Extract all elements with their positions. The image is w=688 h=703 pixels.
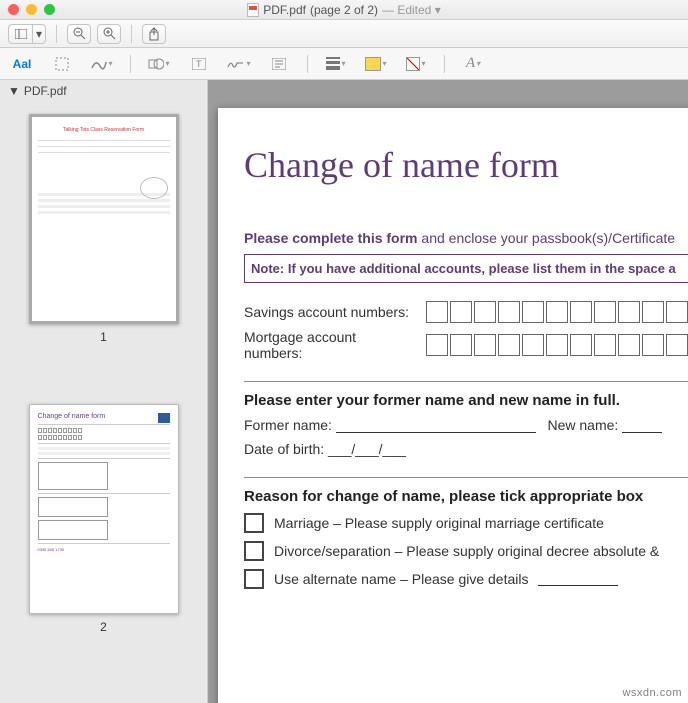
text-box-button[interactable]: T xyxy=(183,53,215,75)
former-name-field: Former name: New name: xyxy=(244,417,688,433)
checkbox-marriage[interactable] xyxy=(244,513,264,533)
titlebar: PDF.pdf (page 2 of 2) — Edited ▾ xyxy=(0,0,688,20)
thumbnail-sidebar: ▼ PDF.pdf Talking Tots Class Reservation… xyxy=(0,80,208,703)
zoom-out-button[interactable] xyxy=(67,24,91,44)
border-color-button[interactable]: ▾ xyxy=(360,53,392,75)
zoom-in-button[interactable] xyxy=(97,24,121,44)
section-reason: Reason for change of name, please tick a… xyxy=(244,477,688,505)
window-controls xyxy=(8,4,55,15)
document-canvas[interactable]: Change of name form Please complete this… xyxy=(208,80,688,703)
sign-button[interactable]: ▾ xyxy=(223,53,255,75)
savings-input-boxes[interactable] xyxy=(426,301,688,323)
select-tool[interactable] xyxy=(46,53,78,75)
markup-toolbar: AaI ▾ ▾ T ▾ ▾ ▾ ▾ A▾ xyxy=(0,48,688,80)
mortgage-label: Mortgage account numbers: xyxy=(244,329,418,361)
zoom-icon[interactable] xyxy=(44,4,55,15)
line-weight-button[interactable]: ▾ xyxy=(320,53,352,75)
note-button[interactable] xyxy=(263,53,295,75)
mortgage-input-boxes[interactable] xyxy=(426,334,688,356)
watermark: wsxdn.com xyxy=(622,687,682,699)
dob-field: Date of birth: ___/___/___ xyxy=(244,441,688,457)
section-names: Please enter your former name and new na… xyxy=(244,381,688,409)
view-mode-button[interactable] xyxy=(8,24,32,44)
page-number-1: 1 xyxy=(100,330,107,344)
window-title: PDF.pdf (page 2 of 2) — Edited ▾ xyxy=(0,3,688,17)
savings-label: Savings account numbers: xyxy=(244,304,418,320)
fill-color-button[interactable]: ▾ xyxy=(400,53,432,75)
page-thumbnail-2[interactable]: Change of name form 0345 606 1730 xyxy=(29,404,179,614)
close-icon[interactable] xyxy=(8,4,19,15)
dob-input[interactable]: ___/___/___ xyxy=(328,441,406,457)
form-title: Change of name form xyxy=(244,144,688,186)
pdf-icon xyxy=(247,3,259,17)
shapes-button[interactable]: ▾ xyxy=(143,53,175,75)
page-number-2: 2 xyxy=(100,620,107,634)
checkbox-divorce[interactable] xyxy=(244,541,264,561)
sidebar-header[interactable]: ▼ PDF.pdf xyxy=(0,80,207,102)
former-name-input[interactable] xyxy=(336,419,536,433)
main-toolbar: ▾ xyxy=(0,20,688,48)
checkbox-alternate[interactable] xyxy=(244,569,264,589)
instruction-text: Please complete this form and enclose yo… xyxy=(244,230,688,246)
share-button[interactable] xyxy=(142,24,166,44)
disclosure-icon: ▼ xyxy=(8,84,20,98)
pdf-page: Change of name form Please complete this… xyxy=(218,108,688,703)
note-box: Note: If you have additional accounts, p… xyxy=(244,254,688,283)
new-name-input[interactable] xyxy=(622,419,662,433)
font-button[interactable]: A▾ xyxy=(457,53,489,75)
svg-text:T: T xyxy=(196,59,202,69)
view-dropdown[interactable]: ▾ xyxy=(32,24,46,44)
text-style-button[interactable]: AaI xyxy=(6,53,38,75)
page-thumbnail-1[interactable]: Talking Tots Class Reservation Form xyxy=(29,114,179,324)
minimize-icon[interactable] xyxy=(26,4,37,15)
sketch-tool[interactable]: ▾ xyxy=(86,53,118,75)
